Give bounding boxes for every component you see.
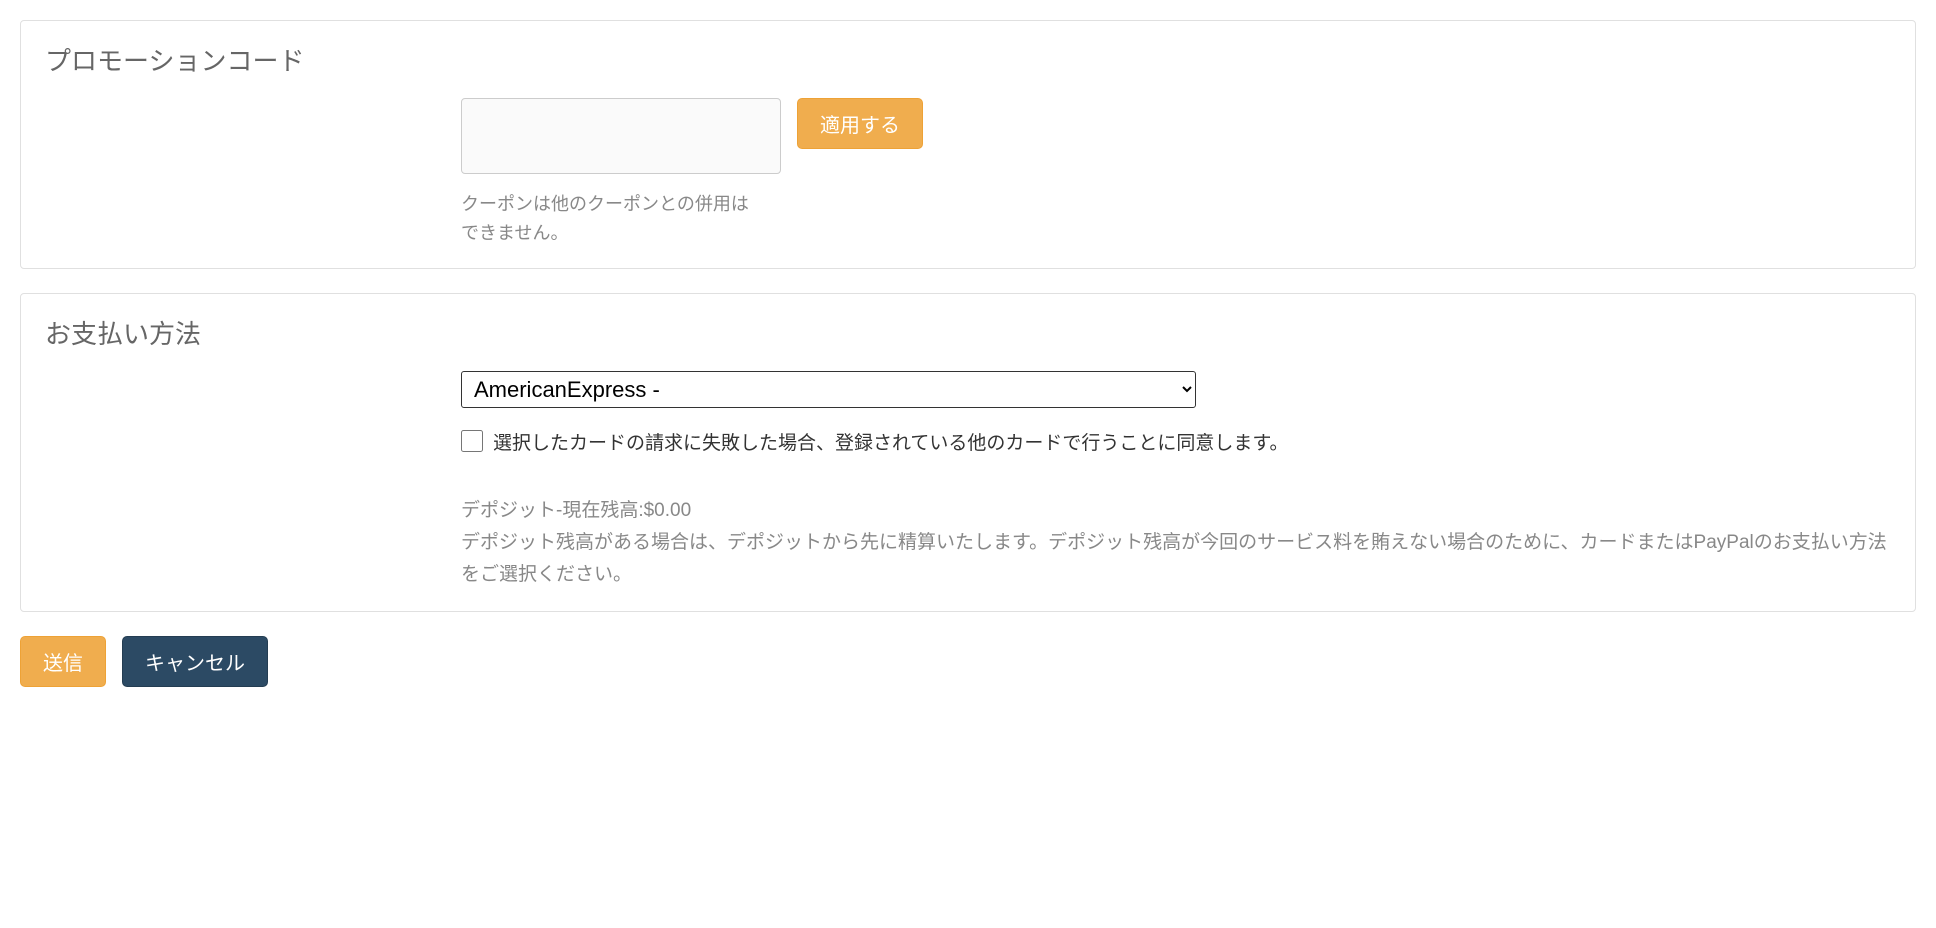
deposit-info: デポジット-現在残高:$0.00 デポジット残高がある場合は、デポジットから先に… [461, 495, 1891, 592]
fallback-consent-checkbox[interactable] [461, 430, 483, 452]
submit-button[interactable]: 送信 [20, 636, 106, 687]
promo-code-panel: プロモーションコード 適用する クーポンは他のクーポンとの併用は できません。 [20, 20, 1916, 269]
promo-help-line2: できません。 [461, 219, 801, 248]
promo-code-input[interactable] [461, 98, 781, 174]
payment-select-wrapper: AmericanExpress - [461, 371, 1891, 408]
promo-input-row: 適用する [461, 98, 1891, 174]
payment-method-select[interactable]: AmericanExpress - [461, 371, 1196, 408]
payment-form-row: AmericanExpress - 選択したカードの請求に失敗した場合、登録され… [45, 371, 1891, 592]
fallback-consent-row: 選択したカードの請求に失敗した場合、登録されている他のカードで行うことに同意しま… [461, 428, 1891, 455]
cancel-button[interactable]: キャンセル [122, 636, 268, 687]
payment-method-panel: お支払い方法 AmericanExpress - 選択したカードの請求に失敗した… [20, 293, 1916, 613]
deposit-note-text: デポジット残高がある場合は、デポジットから先に精算いたします。デポジット残高が今… [461, 527, 1891, 592]
promo-form-row: 適用する クーポンは他のクーポンとの併用は できません。 [45, 98, 1891, 248]
promo-help-line1: クーポンは他のクーポンとの併用は [461, 190, 801, 219]
action-buttons: 送信 キャンセル [20, 636, 1916, 687]
apply-button[interactable]: 適用する [797, 98, 923, 149]
payment-method-title: お支払い方法 [45, 314, 1891, 351]
payment-content: AmericanExpress - 選択したカードの請求に失敗した場合、登録され… [461, 371, 1891, 592]
deposit-balance-text: デポジット-現在残高:$0.00 [461, 495, 1891, 527]
fallback-consent-label[interactable]: 選択したカードの請求に失敗した場合、登録されている他のカードで行うことに同意しま… [493, 428, 1289, 455]
promo-content: 適用する クーポンは他のクーポンとの併用は できません。 [461, 98, 1891, 248]
promo-code-title: プロモーションコード [45, 41, 1891, 78]
promo-help-text: クーポンは他のクーポンとの併用は できません。 [461, 190, 801, 248]
